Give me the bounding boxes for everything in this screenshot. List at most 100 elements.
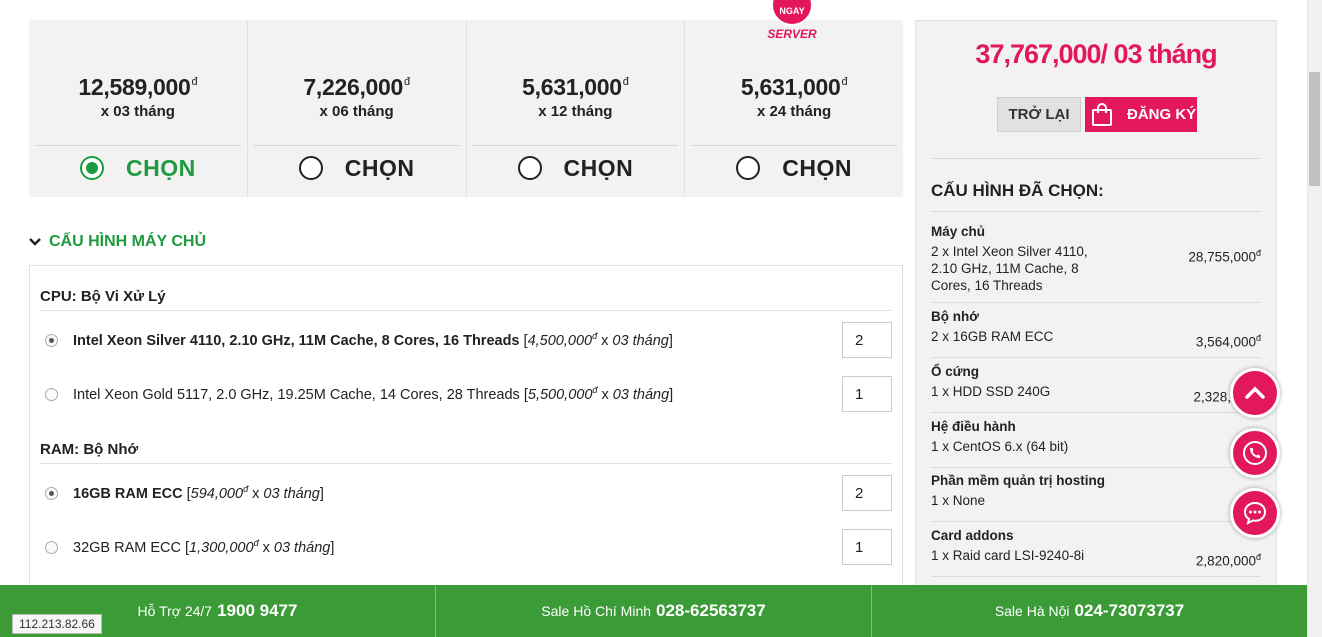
badge-top-text: NGAY <box>779 6 804 16</box>
divider <box>931 211 1261 212</box>
phone-icon <box>1243 441 1267 465</box>
footer-phone[interactable]: 028-62563737 <box>656 601 766 621</box>
badge-bottom-text: SERVER <box>767 27 817 41</box>
footer-label: Hỗ Trợ 24/7 <box>137 603 213 619</box>
quantity-input[interactable]: 2 <box>842 475 892 511</box>
option-ram-32gb[interactable]: 32GB RAM ECC [1,300,000đ x 03 tháng] 1 <box>45 529 892 565</box>
plan-3-months[interactable]: 12,589,000đ x 03 tháng CHỌN <box>29 20 248 197</box>
radio-icon[interactable] <box>45 540 58 554</box>
option-label: Intel Xeon Silver 4110, 2.10 GHz, 11M Ca… <box>73 331 673 349</box>
config-section-title: CẤU HÌNH MÁY CHỦ <box>49 233 207 250</box>
plan-duration: x 24 tháng <box>757 103 832 120</box>
pricing-plans: 12,589,000đ x 03 tháng CHỌN 7,226,000đ x… <box>29 20 903 197</box>
contact-footer: Hỗ Trợ 24/7 1900 9477 Sale Hồ Chí Minh 0… <box>0 585 1307 637</box>
radio-selected-icon[interactable] <box>45 486 58 500</box>
radio-selected-icon[interactable] <box>80 156 104 180</box>
item-title: Máy chủ <box>931 224 986 239</box>
divider <box>931 302 1261 303</box>
plan-12-months[interactable]: 5,631,000đ x 12 tháng CHỌN <box>467 20 686 197</box>
item-desc: 2 x Intel Xeon Silver 4110, 2.10 GHz, 11… <box>931 244 1088 293</box>
item-desc: 1 x Raid card LSI-9240-8i <box>931 548 1085 563</box>
plan-choose-button[interactable]: CHỌN <box>685 150 903 186</box>
plan-6-months[interactable]: 7,226,000đ x 06 tháng CHỌN <box>248 20 467 197</box>
quantity-input[interactable]: 1 <box>842 529 892 565</box>
option-label: Intel Xeon Gold 5117, 2.0 GHz, 19.25M Ca… <box>73 385 674 403</box>
plan-price: 5,631,000đ <box>522 74 629 100</box>
scroll-top-button[interactable] <box>1230 368 1280 418</box>
plan-price: 7,226,000đ <box>303 74 410 100</box>
call-button[interactable] <box>1230 428 1280 478</box>
footer-sale-hanoi[interactable]: Sale Hà Nội 024-73073737 <box>872 585 1307 637</box>
ip-address-label: 112.213.82.66 <box>12 614 102 634</box>
config-panel: CPU: Bộ Vi Xử Lý Intel Xeon Silver 4110,… <box>29 265 903 595</box>
summary-item-hosting-panel: Phần mềm quản trị hosting 1 x None <box>931 473 1261 509</box>
item-title: Card addons <box>931 528 1014 543</box>
radio-icon[interactable] <box>298 156 323 180</box>
choose-label: CHỌN <box>563 154 634 181</box>
plan-duration: x 06 tháng <box>319 103 394 120</box>
scrollbar-thumb[interactable] <box>1309 72 1320 186</box>
divider <box>40 463 892 464</box>
radio-icon[interactable] <box>736 156 761 180</box>
plan-duration: x 12 tháng <box>538 103 613 120</box>
shopping-bag-icon <box>1092 102 1112 126</box>
group-title-cpu: CPU: Bộ Vi Xử Lý <box>40 288 166 305</box>
group-title-ram: RAM: Bộ Nhớ <box>40 441 139 458</box>
total-price: 37,767,000/ 03 tháng <box>975 39 1217 69</box>
divider <box>35 145 241 146</box>
register-label: ĐĂNG KÝ <box>1127 106 1197 123</box>
item-title: Ổ cứng <box>931 364 980 379</box>
radio-icon[interactable] <box>45 387 58 401</box>
quantity-input[interactable]: 2 <box>842 322 892 358</box>
choose-label: CHỌN <box>126 154 196 181</box>
item-title: Phần mềm quản trị hosting <box>931 473 1106 488</box>
summary-item-disk: Ổ cứng 1 x HDD SSD 240G 2,328, <box>931 364 1261 405</box>
footer-phone[interactable]: 1900 9477 <box>217 601 297 621</box>
order-summary: 37,767,000/ 03 tháng TRỞ LẠI ĐĂNG KÝ CẤU… <box>915 20 1277 600</box>
chat-bubble-icon <box>1243 501 1267 525</box>
summary-title: CẤU HÌNH ĐÃ CHỌN: <box>931 181 1104 200</box>
footer-phone[interactable]: 024-73073737 <box>1075 601 1185 621</box>
divider <box>931 357 1261 358</box>
footer-sale-hcm[interactable]: Sale Hồ Chí Minh 028-62563737 <box>436 585 872 637</box>
option-cpu-silver-4110[interactable]: Intel Xeon Silver 4110, 2.10 GHz, 11M Ca… <box>45 322 892 358</box>
option-label: 16GB RAM ECC [594,000đ x 03 tháng] <box>73 484 324 502</box>
radio-icon[interactable] <box>517 156 542 180</box>
footer-label: Sale Hà Nội <box>994 603 1070 619</box>
option-label: 32GB RAM ECC [1,300,000đ x 03 tháng] <box>73 538 335 556</box>
divider <box>691 145 897 146</box>
chat-button[interactable] <box>1230 488 1280 538</box>
summary-item-os: Hệ điều hành 1 x CentOS 6.x (64 bit) <box>931 419 1261 455</box>
item-price: 3,564,000đ <box>1195 333 1261 350</box>
back-button[interactable]: TRỞ LẠI <box>997 97 1081 132</box>
footer-label: Sale Hồ Chí Minh <box>541 603 652 619</box>
plan-24-months[interactable]: 5,631,000đ x 24 tháng CHỌN <box>685 20 903 197</box>
item-title: Hệ điều hành <box>931 419 1016 434</box>
plan-choose-button[interactable]: CHỌN <box>467 150 685 186</box>
summary-item-server: Máy chủ 2 x Intel Xeon Silver 4110, 2.10… <box>931 224 1261 294</box>
item-desc: 1 x CentOS 6.x (64 bit) <box>931 439 1069 454</box>
item-price: 2,820,000đ <box>1195 552 1261 569</box>
item-desc: 2 x 16GB RAM ECC <box>931 329 1054 344</box>
chevron-down-icon <box>29 238 41 246</box>
item-price: 28,755,000đ <box>1188 248 1261 265</box>
summary-item-memory: Bộ nhớ 2 x 16GB RAM ECC 3,564,000đ <box>931 309 1261 350</box>
option-ram-16gb[interactable]: 16GB RAM ECC [594,000đ x 03 tháng] 2 <box>45 475 892 511</box>
chevron-up-icon <box>1245 386 1265 399</box>
item-desc: 1 x HDD SSD 240G <box>931 384 1051 399</box>
radio-selected-icon[interactable] <box>45 333 58 347</box>
summary-item-card-addons: Card addons 1 x Raid card LSI-9240-8i 2,… <box>931 528 1261 569</box>
option-cpu-gold-5117[interactable]: Intel Xeon Gold 5117, 2.0 GHz, 19.25M Ca… <box>45 376 892 412</box>
item-title: Bộ nhớ <box>931 309 979 324</box>
divider <box>40 310 892 311</box>
register-button[interactable]: ĐĂNG KÝ <box>1085 97 1197 132</box>
plan-choose-button[interactable]: CHỌN <box>248 150 466 186</box>
divider <box>931 467 1261 468</box>
item-desc: 1 x None <box>931 493 986 508</box>
quantity-input[interactable]: 1 <box>842 376 892 412</box>
config-section-toggle[interactable]: CẤU HÌNH MÁY CHỦ <box>29 233 206 251</box>
plan-choose-button[interactable]: CHỌN <box>29 150 247 186</box>
divider <box>931 521 1261 522</box>
divider <box>931 158 1261 159</box>
divider <box>253 145 460 146</box>
